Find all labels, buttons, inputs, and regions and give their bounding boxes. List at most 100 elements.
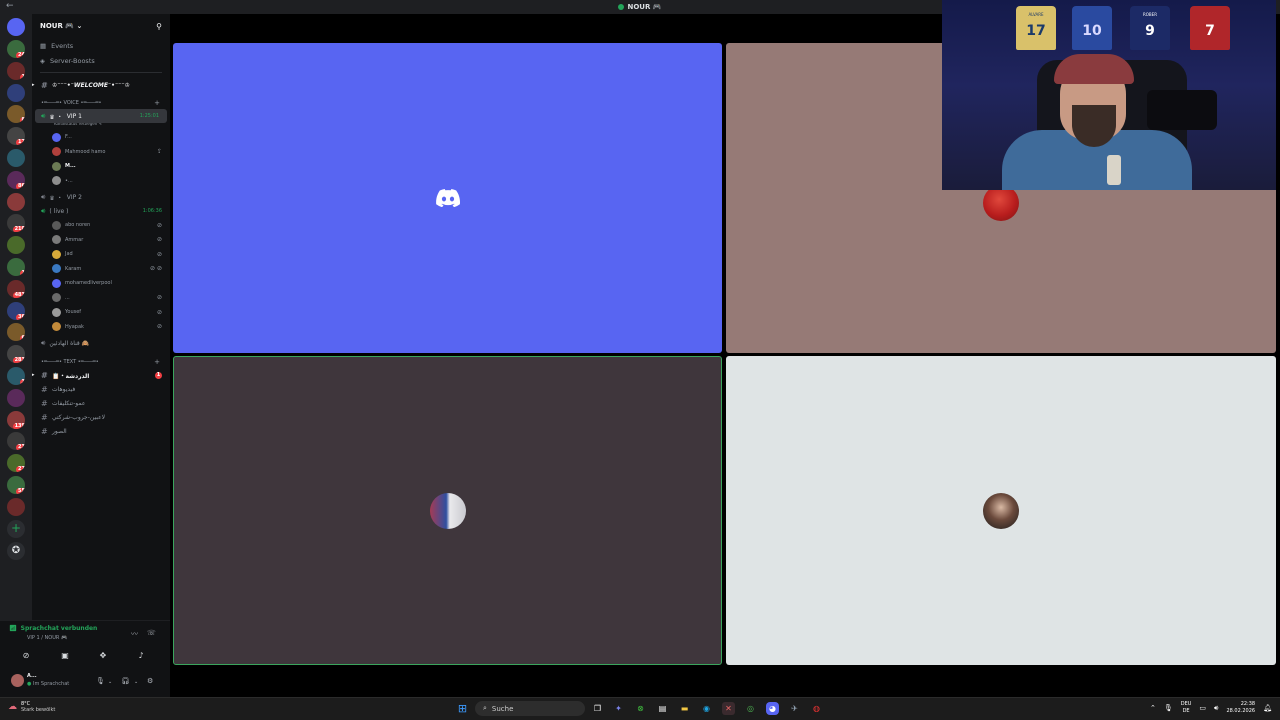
plus-icon[interactable]: +: [154, 99, 160, 107]
user-avatar[interactable]: [11, 674, 24, 687]
text-channel[interactable]: # عمو-تنكليفات: [32, 396, 170, 410]
teams-icon[interactable]: ✦: [612, 702, 625, 715]
language-indicator[interactable]: DEU DE: [1181, 701, 1192, 715]
server-icon[interactable]: [7, 192, 25, 211]
text-channel[interactable]: # الصور: [32, 424, 170, 438]
server-icon[interactable]: 8: [7, 105, 25, 124]
server-icon[interactable]: 86: [7, 170, 25, 189]
voice-user[interactable]: Karam ⊘ ⊘: [32, 262, 170, 277]
back-arrow-icon[interactable]: ←: [6, 1, 14, 11]
voice-user[interactable]: M...: [32, 159, 170, 174]
channel-welcome[interactable]: ▸ # ♔︎⁻⁻⁻•⁻WELCOME⁻•⁻⁻⁻♔︎: [32, 77, 170, 93]
text-channel[interactable]: # فيديوهات: [32, 382, 170, 396]
store-icon[interactable]: ▤: [656, 702, 669, 715]
voice-user[interactable]: mohamedliverpool: [32, 276, 170, 291]
screen-share-button[interactable]: ▣: [52, 648, 78, 662]
server-icon[interactable]: [7, 149, 25, 167]
weather-widget[interactable]: ☁ 8°C Stark bewölkt: [8, 701, 55, 713]
obs-icon[interactable]: ◍: [810, 702, 823, 715]
discover-compass-icon[interactable]: ✪: [7, 542, 25, 560]
settings-gear-icon[interactable]: ⚙: [147, 677, 153, 685]
task-view-icon[interactable]: ❐: [591, 702, 604, 715]
home-dm-icon[interactable]: [7, 18, 25, 36]
edge-icon[interactable]: ◉: [700, 702, 713, 715]
voice-channel-live[interactable]: 🔊︎ ( live ) 1:06:36: [32, 204, 170, 218]
voice-user[interactable]: abo noren ⊘: [32, 218, 170, 233]
notification-bell-icon[interactable]: 🔔︎: [1263, 704, 1272, 712]
xbox-icon[interactable]: ⊗: [634, 702, 647, 715]
voice-channel-extra[interactable]: 🔊︎ قناة الهادئين 🙈: [32, 336, 170, 350]
voice-user[interactable]: F...: [32, 130, 170, 145]
headphones-icon[interactable]: 🎧︎: [121, 677, 130, 685]
server-icon[interactable]: 24: [7, 40, 25, 58]
camera-button[interactable]: ⊘: [13, 648, 39, 662]
plus-icon[interactable]: +: [154, 358, 160, 366]
server-icon[interactable]: 23: [7, 432, 25, 451]
mention-badge: 8: [19, 117, 25, 124]
voice-user[interactable]: Mahmood hamo ⇪: [32, 145, 170, 160]
server-icon[interactable]: 6: [7, 323, 25, 342]
category-text[interactable]: •═───═• TEXT •═───═• +: [32, 356, 170, 368]
server-icon[interactable]: [7, 83, 25, 102]
microphone-tray-icon[interactable]: 🎙︎: [1164, 704, 1173, 712]
voice-channel-vip2[interactable]: 🔊︎ ♛ ・ VIP 2: [32, 190, 170, 204]
video-tile-user-3-speaking[interactable]: [173, 356, 722, 665]
soundboard-button[interactable]: ♪: [128, 648, 154, 662]
server-icon[interactable]: 27: [7, 454, 25, 473]
category-text-label: •═───═• TEXT •═───═•: [41, 359, 99, 365]
chevron-down-icon: ⌄: [76, 22, 83, 30]
discord-taskbar-icon[interactable]: ◕: [766, 702, 779, 715]
voice-user[interactable]: ... ⊘: [32, 291, 170, 306]
events-link[interactable]: ▦ Events: [32, 38, 170, 53]
server-boosts-link[interactable]: ◈ Server-Boosts: [32, 53, 170, 68]
voice-user[interactable]: Yousef ⊘: [32, 305, 170, 320]
server-icon[interactable]: [7, 388, 25, 407]
voice-status[interactable]: 📶︎ Sprachchat verbunden: [9, 625, 97, 632]
clock[interactable]: 22:38 28.02.2026: [1226, 701, 1255, 715]
server-icon[interactable]: 139: [7, 410, 25, 429]
voice-user[interactable]: •...: [32, 174, 170, 189]
voice-user[interactable]: Hyapak ⊘: [32, 320, 170, 335]
volume-icon[interactable]: 🔊︎: [1214, 704, 1218, 713]
steam-icon[interactable]: ✈: [788, 702, 801, 715]
server-icon[interactable]: [7, 497, 25, 516]
jersey-name: ROBER: [1143, 12, 1157, 17]
user-name[interactable]: A...: [27, 673, 37, 679]
server-icon[interactable]: [7, 236, 25, 255]
server-icon[interactable]: 17: [7, 127, 25, 146]
voice-user[interactable]: Jad ⊘: [32, 247, 170, 262]
file-explorer-icon[interactable]: ▬: [678, 702, 691, 715]
add-server-icon[interactable]: +: [7, 520, 25, 538]
microphone-icon[interactable]: 🎙︎: [96, 677, 105, 685]
noise-suppression-icon[interactable]: 〰: [131, 629, 138, 639]
chrome-icon[interactable]: ◎: [744, 702, 757, 715]
server-icon[interactable]: 1: [7, 61, 25, 80]
text-channel[interactable]: # لاعبين-جروب-شركتي: [32, 410, 170, 424]
voice-user[interactable]: Ammar ⊘: [32, 233, 170, 248]
server-icon[interactable]: 3: [7, 367, 25, 385]
network-icon[interactable]: ▭: [1199, 704, 1206, 712]
server-icon[interactable]: 36: [7, 301, 25, 320]
capcut-icon[interactable]: ✕: [722, 702, 735, 715]
chevron-up-icon[interactable]: ⌃: [1150, 704, 1156, 712]
server-icon[interactable]: 55: [7, 476, 25, 494]
taskbar-search[interactable]: ⌕ Suche: [475, 701, 585, 716]
video-tile-user-4[interactable]: [726, 356, 1276, 665]
activities-button[interactable]: ✥: [90, 648, 116, 662]
text-channel[interactable]: ▸ # 📋・الدردشة 1: [32, 368, 170, 382]
server-icon[interactable]: 210: [7, 214, 25, 233]
category-voice[interactable]: •═───═• VOICE •═───═• +: [32, 97, 170, 109]
server-icon[interactable]: 1: [7, 258, 25, 276]
video-tile-discord-user[interactable]: [173, 43, 722, 353]
audio-options-chevron-icon[interactable]: ⌄: [134, 679, 138, 685]
add-member-icon[interactable]: ⚲: [156, 22, 162, 31]
windows-start-icon[interactable]: ⊞: [456, 702, 469, 715]
voice-location[interactable]: VIP 1 / NOUR 🎮: [27, 635, 67, 641]
avatar: [52, 176, 61, 186]
mic-options-chevron-icon[interactable]: ⌄: [108, 679, 112, 685]
server-icon[interactable]: 483: [7, 279, 25, 298]
voice-channel-vip1[interactable]: 🔊︎ ♛ ・ VIP 1 1:25:01: [35, 109, 167, 123]
server-header[interactable]: NOUR 🎮 ⌄ ⚲: [32, 14, 170, 38]
disconnect-icon[interactable]: ☏: [147, 629, 156, 637]
server-icon[interactable]: 283: [7, 345, 25, 364]
